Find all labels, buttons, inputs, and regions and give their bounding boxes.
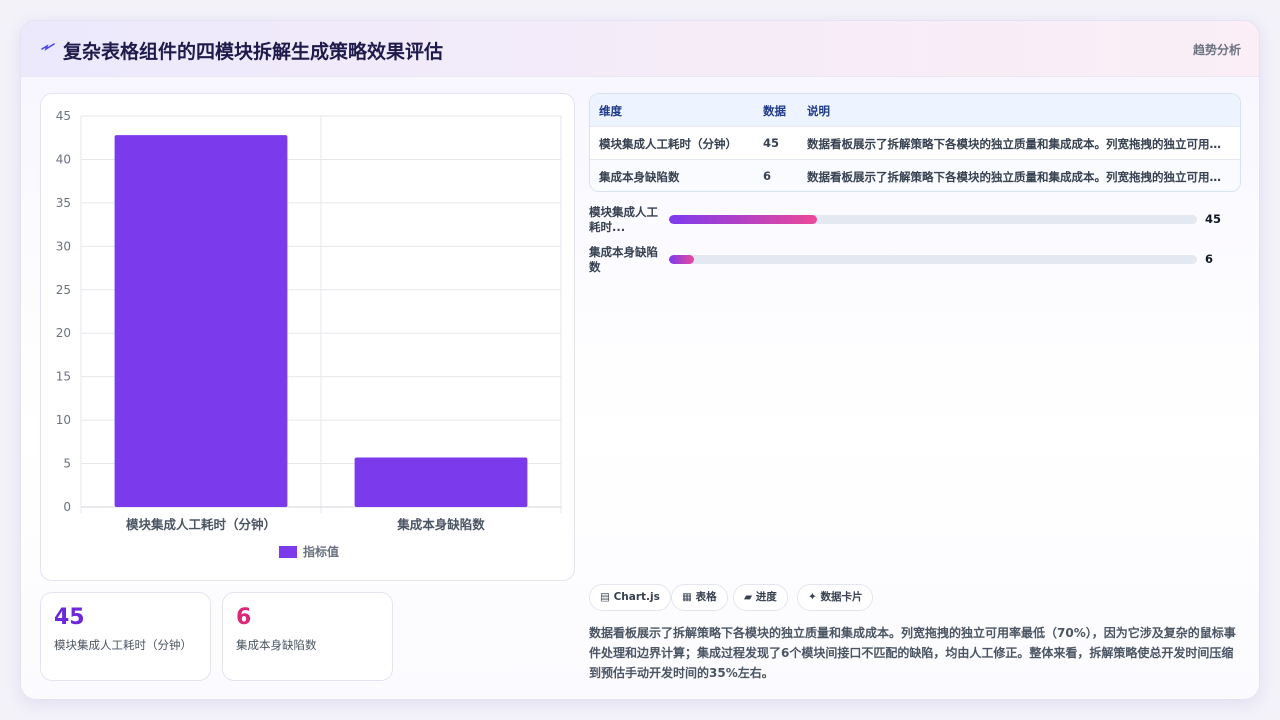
kpi-value: 45	[54, 605, 85, 630]
bar-chart-panel: 0 5 10 15 20 25 30 35 40 45 模块集成人工耗时（分钟） 集成本身缺陷数指标值	[40, 93, 575, 581]
table-header-cell: 数据	[763, 104, 786, 118]
table-header-cell: 说明	[807, 104, 830, 118]
progress-label: 模块集成人工耗时...	[589, 205, 658, 234]
bar	[114, 135, 288, 508]
table-cell: 模块集成人工耗时（分钟）	[599, 137, 737, 151]
table-row: 模块集成人工耗时（分钟） 45 数据看板展示了拆解策略下各模块的独立质量和集成成…	[590, 127, 1240, 160]
page-title: 复杂表格组件的四模块拆解生成策略效果评估	[63, 41, 444, 63]
progress-value: 6	[1205, 252, 1214, 266]
y-tick-label: 20	[56, 326, 71, 340]
chip-label: 表格	[695, 591, 717, 603]
table-cell: 45	[763, 136, 780, 150]
y-tick-label: 40	[56, 152, 71, 166]
legend-swatch	[279, 546, 297, 558]
table-cell: 数据看板展示了拆解策略下各模块的独立质量和集成成本。列宽拖拽的独立可用率最低（7…	[807, 170, 1227, 184]
y-tick-label: 25	[56, 283, 71, 297]
kpi-card-integration-time: 45 模块集成人工耗时（分钟）	[40, 592, 211, 681]
progress-row: 模块集成人工耗时... 45	[589, 205, 1239, 239]
table-header-row: 维度 数据 说明	[590, 94, 1240, 127]
summary-text: 数据看板展示了拆解策略下各模块的独立质量和集成成本。列宽拖拽的独立可用率最低（7…	[589, 626, 1236, 680]
x-tick-label: 集成本身缺陷数	[396, 517, 485, 532]
dashboard-card: 复杂表格组件的四模块拆解生成策略效果评估 趋势分析 0 5 10 15 20 25 30 35…	[20, 20, 1260, 700]
bar-chart: 0 5 10 15 20 25 30 35 40 45 模块集成人工耗时（分钟） 集成本身缺陷数指标值	[56, 109, 562, 559]
trend-analysis-link[interactable]: 趋势分析	[1193, 41, 1241, 58]
chip-label: Chart.js	[613, 591, 660, 603]
kpi-label: 集成本身缺陷数	[236, 638, 317, 652]
x-tick-label: 模块集成人工耗时（分钟）	[126, 517, 276, 532]
card-icon: ✦	[808, 591, 821, 603]
chip-progress[interactable]: ▰ 进度	[733, 584, 788, 611]
table-cell: 集成本身缺陷数	[599, 170, 680, 184]
y-tick-label: 10	[56, 413, 71, 427]
progress-value: 45	[1205, 212, 1222, 226]
y-tick-label: 5	[63, 457, 71, 471]
progress-row: 集成本身缺陷数 6	[589, 245, 1239, 279]
y-tick-label: 15	[56, 370, 71, 384]
chip-label: 数据卡片	[820, 591, 863, 603]
sparkle-icon	[41, 43, 55, 51]
progress-icon: ▰	[744, 591, 756, 603]
y-tick-label: 45	[56, 109, 71, 123]
table-icon: ▦	[682, 591, 696, 603]
legend-label: 指标值	[303, 544, 339, 559]
progress-fill	[669, 255, 695, 264]
y-tick-label: 35	[56, 196, 71, 210]
chip-chartjs[interactable]: ▤ Chart.js	[589, 584, 671, 611]
chip-data-card[interactable]: ✦ 数据卡片	[797, 584, 874, 611]
y-tick-label: 0	[63, 500, 71, 514]
data-table: 维度 数据 说明 模块集成人工耗时（分钟） 45 数据看板展示了拆解策略下各模块…	[589, 93, 1241, 192]
progress-track	[669, 215, 1197, 224]
chart-icon: ▤	[600, 591, 614, 603]
progress-label: 集成本身缺陷数	[589, 245, 658, 274]
chip-table[interactable]: ▦ 表格	[671, 584, 728, 611]
bar	[354, 457, 528, 507]
kpi-label: 模块集成人工耗时（分钟）	[54, 638, 192, 652]
progress-fill	[669, 215, 817, 224]
table-cell: 数据看板展示了拆解策略下各模块的独立质量和集成成本。列宽拖拽的独立可用率最低（7…	[807, 137, 1227, 151]
chip-label: 进度	[755, 591, 777, 603]
table-row: 集成本身缺陷数 6 数据看板展示了拆解策略下各模块的独立质量和集成成本。列宽拖拽…	[590, 160, 1240, 191]
table-header-cell: 维度	[599, 104, 622, 118]
kpi-value: 6	[236, 605, 252, 630]
kpi-card-defects: 6 集成本身缺陷数	[222, 592, 393, 681]
y-tick-label: 30	[56, 239, 71, 253]
header: 复杂表格组件的四模块拆解生成策略效果评估 趋势分析	[21, 21, 1259, 77]
progress-track	[669, 255, 1197, 264]
table-cell: 6	[763, 169, 772, 183]
